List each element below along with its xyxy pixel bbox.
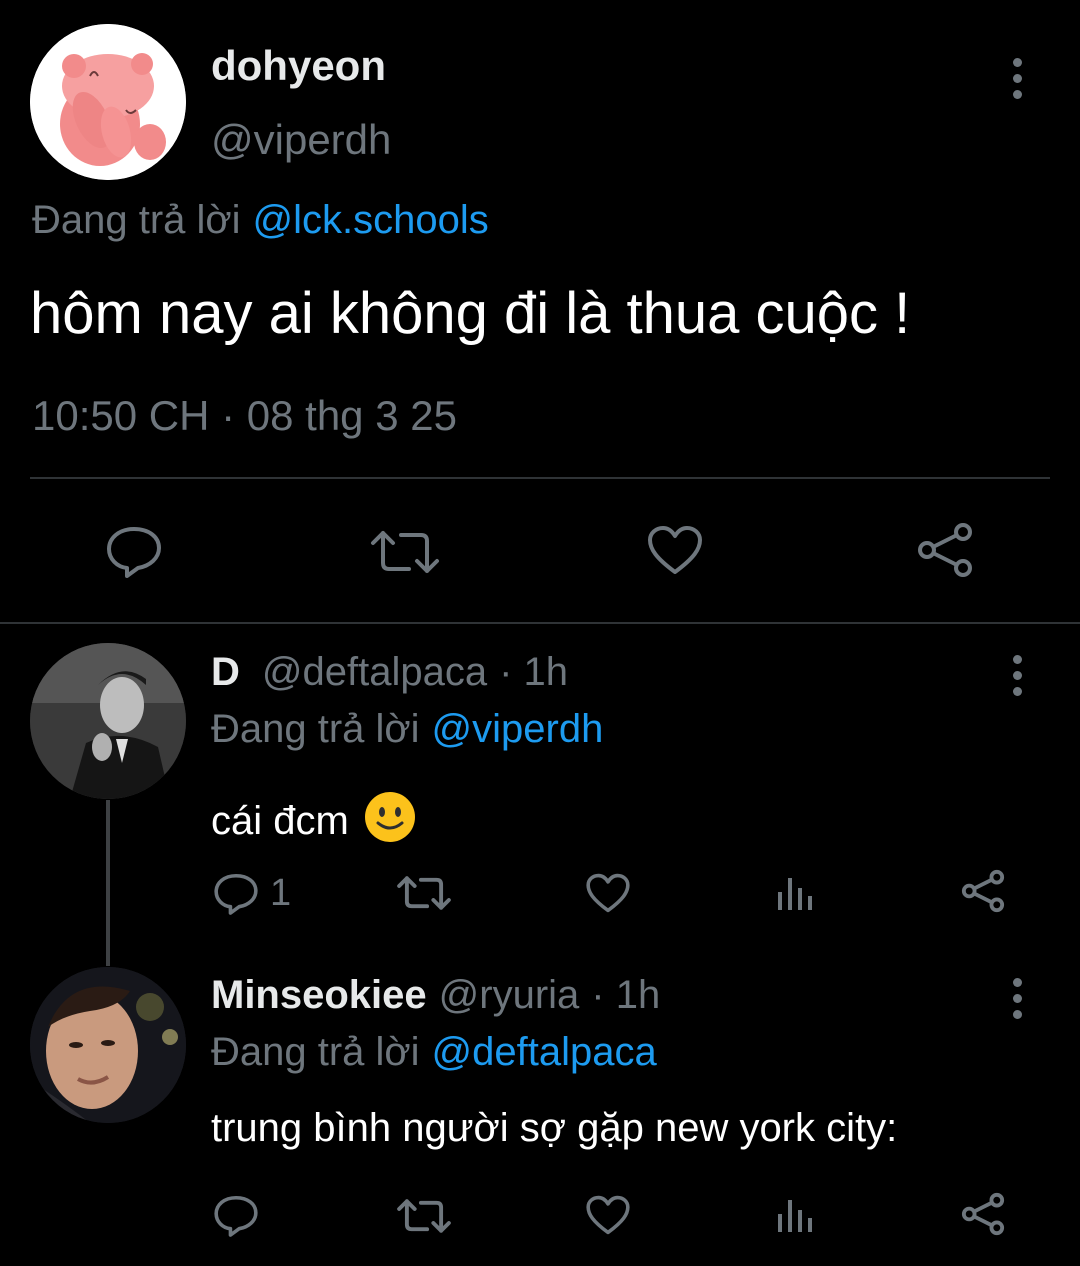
- reply-icon[interactable]: [213, 1194, 259, 1238]
- like-icon[interactable]: [585, 872, 631, 914]
- share-icon[interactable]: [915, 520, 975, 580]
- replying-to-line: Đang trả lời @deftalpaca: [211, 1030, 657, 1075]
- author-name[interactable]: D: [211, 650, 240, 695]
- views-icon[interactable]: [776, 1196, 816, 1234]
- avatar[interactable]: [30, 967, 186, 1123]
- pink-bear-avatar-image: [30, 24, 186, 180]
- author-handle[interactable]: @ryuria: [439, 973, 580, 1018]
- share-icon[interactable]: [960, 1191, 1006, 1237]
- replying-to-link[interactable]: @deftalpaca: [432, 1030, 657, 1075]
- retweet-icon[interactable]: [396, 873, 452, 913]
- tweet-text-row: cái đcm: [211, 780, 417, 844]
- avatar[interactable]: [30, 24, 186, 180]
- author-name[interactable]: Minseokiee: [211, 973, 427, 1018]
- smile-emoji: [363, 790, 417, 844]
- more-options-icon[interactable]: [1011, 655, 1023, 696]
- user-photo-image: [30, 643, 186, 799]
- reply-header: Minseokiee @ryuria · 1h: [211, 973, 660, 1018]
- replying-to-line: Đang trả lời @viperdh: [211, 707, 603, 752]
- thread-line: [106, 800, 110, 966]
- replying-to-link[interactable]: @viperdh: [432, 707, 604, 752]
- retweet-icon[interactable]: [396, 1196, 452, 1236]
- more-options-icon[interactable]: [1011, 978, 1023, 1019]
- reply-count: 1: [270, 872, 292, 914]
- replying-to-label: Đang trả lời: [211, 707, 420, 751]
- reply-header: D @deftalpaca · 1h: [211, 650, 568, 695]
- replying-to-label: Đang trả lời: [32, 198, 241, 242]
- avatar[interactable]: [30, 643, 186, 799]
- share-icon[interactable]: [960, 868, 1006, 914]
- divider: [30, 477, 1050, 479]
- tweet-text: hôm nay ai không đi là thua cuộc !: [30, 281, 911, 346]
- time-ago[interactable]: · 1h: [591, 973, 660, 1018]
- author-name[interactable]: dohyeon: [211, 42, 386, 90]
- author-handle[interactable]: @viperdh: [211, 116, 391, 164]
- author-handle[interactable]: @deftalpaca: [262, 650, 487, 695]
- reply-icon[interactable]: [213, 872, 259, 916]
- replying-to-line: Đang trả lời @lck.schools: [32, 198, 489, 243]
- views-icon[interactable]: [776, 874, 816, 912]
- like-icon[interactable]: [585, 1194, 631, 1236]
- reply-icon[interactable]: [105, 525, 163, 579]
- retweet-icon[interactable]: [369, 527, 441, 577]
- tweet-text: trung bình người sợ gặp new york city:: [211, 1106, 898, 1150]
- user-photo-image: [30, 967, 186, 1123]
- more-options-icon[interactable]: [1011, 58, 1023, 99]
- replying-to-label: Đang trả lời: [211, 1030, 420, 1074]
- time-ago[interactable]: · 1h: [499, 650, 568, 695]
- section-divider: [0, 622, 1080, 624]
- like-icon[interactable]: [646, 524, 704, 576]
- tweet-text: cái đcm: [211, 799, 349, 843]
- tweet-timestamp[interactable]: 10:50 CH · 08 thg 3 25: [32, 392, 457, 440]
- replying-to-link[interactable]: @lck.schools: [253, 198, 489, 243]
